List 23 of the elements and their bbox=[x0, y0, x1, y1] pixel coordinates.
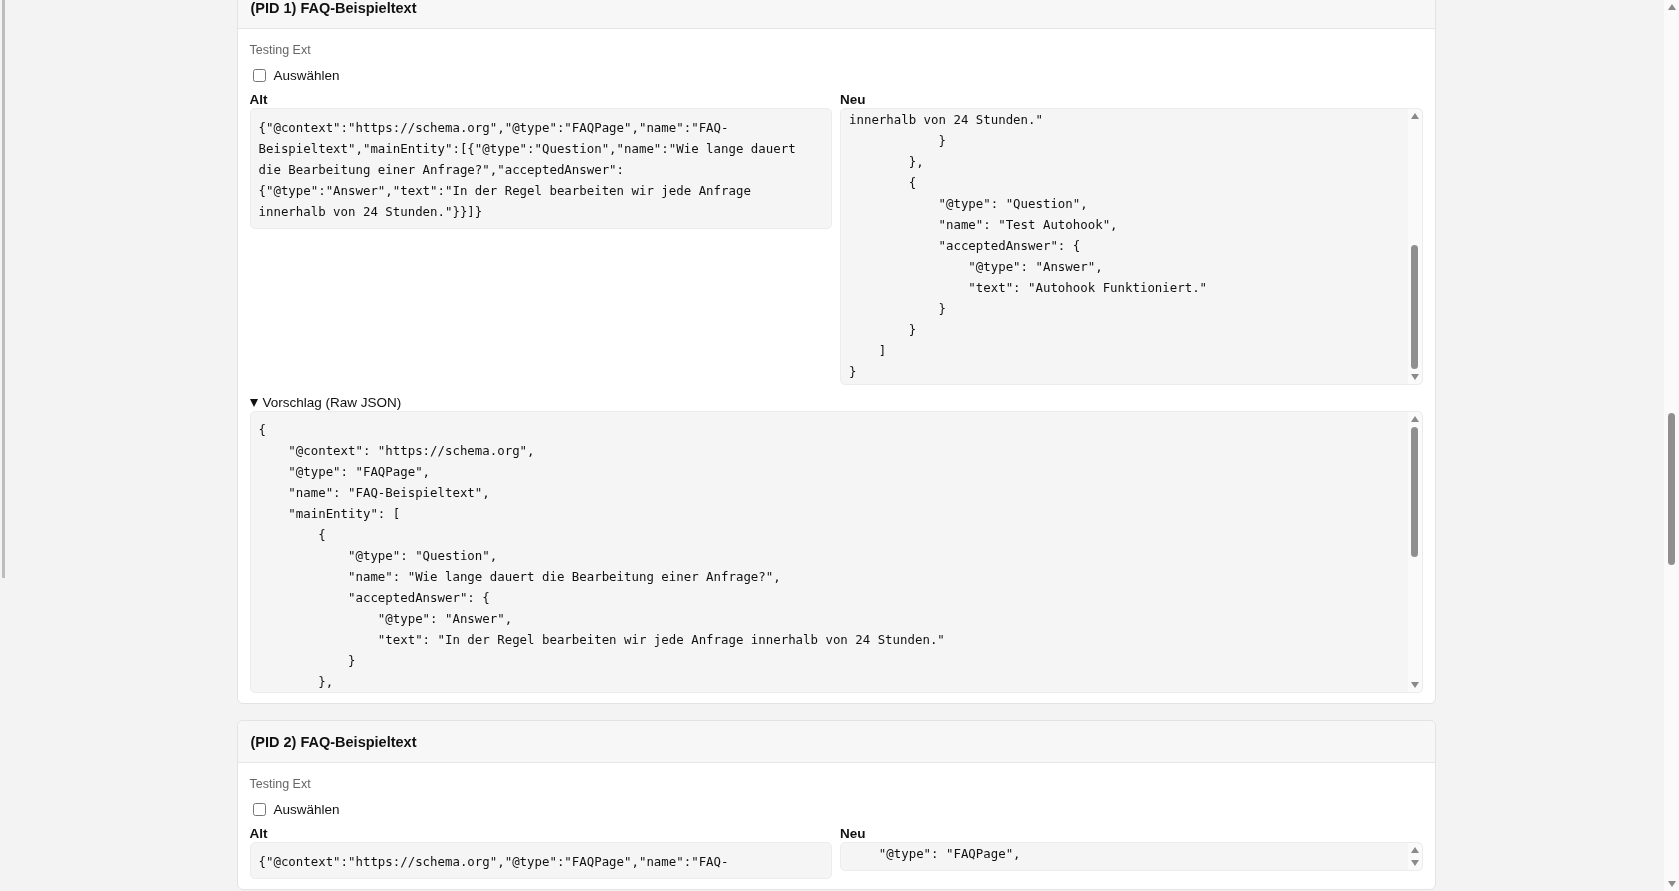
scrollbar-thumb[interactable] bbox=[2, 0, 5, 578]
column-heading: Neu bbox=[840, 92, 867, 107]
page-scrollbar[interactable] bbox=[1664, 0, 1679, 891]
source-label: Testing Ext bbox=[249, 777, 312, 791]
column-heading: Neu bbox=[840, 826, 867, 841]
card-title: (PID 2) FAQ-Beispieltext bbox=[250, 734, 417, 750]
suggestion-label[interactable]: Vorschlag (Raw JSON) bbox=[262, 395, 402, 410]
select-label[interactable]: Auswählen bbox=[273, 802, 340, 817]
code-text: { "@context": "https://schema.org", "@type": "FAQPage", "name": "FAQ-Beispieltext", "mainEntity": [ { "@type": "Question", "name": "Wie lange dauert die Bearbeitung einer Anfrage?", "acceptedAnswer": { "@type": "Answer", "text": "In der Regel bearbeiten wir jede Anfrage innerhalb von 24 Stunden." } }, bbox=[257, 421, 946, 691]
card-title: (PID 1) FAQ-Beispieltext bbox=[250, 0, 417, 16]
code-text: {"@context":"https://schema.org","@type":"FAQPage","name":"FAQ- bbox=[257, 853, 730, 871]
column-heading: Alt bbox=[249, 92, 269, 107]
scrollbar[interactable] bbox=[1407, 843, 1422, 870]
code-text: {"@context":"https://schema.org","@type":"FAQPage","name":"FAQ-Beispieltext","mainEntity":[{"@type":"Question","name":"Wie lange dauert die Bearbeitung einer Anfrage?","acceptedAnswer":{"@type":"Answer","text":"In der Regel bearbeiten wir jede Anfrage innerhalb von 24 Stunden."}}]} bbox=[257, 119, 797, 221]
scrollbar[interactable] bbox=[1407, 109, 1422, 384]
select-label[interactable]: Auswählen bbox=[273, 68, 340, 83]
code-text: "@type": "FAQPage", bbox=[877, 845, 1022, 863]
code-text: innerhalb von 24 Stunden." } }, { "@type": "Question", "name": "Test Autohook", "acceptedAnswer": { "@type": "Answer", "text": "Autohook Funktioniert." } } ] } bbox=[848, 111, 1209, 381]
column-heading: Alt bbox=[249, 826, 269, 841]
select-checkbox[interactable] bbox=[252, 803, 266, 816]
scrollbar[interactable] bbox=[1407, 412, 1422, 692]
source-label: Testing Ext bbox=[249, 43, 312, 57]
select-checkbox[interactable] bbox=[252, 69, 266, 82]
